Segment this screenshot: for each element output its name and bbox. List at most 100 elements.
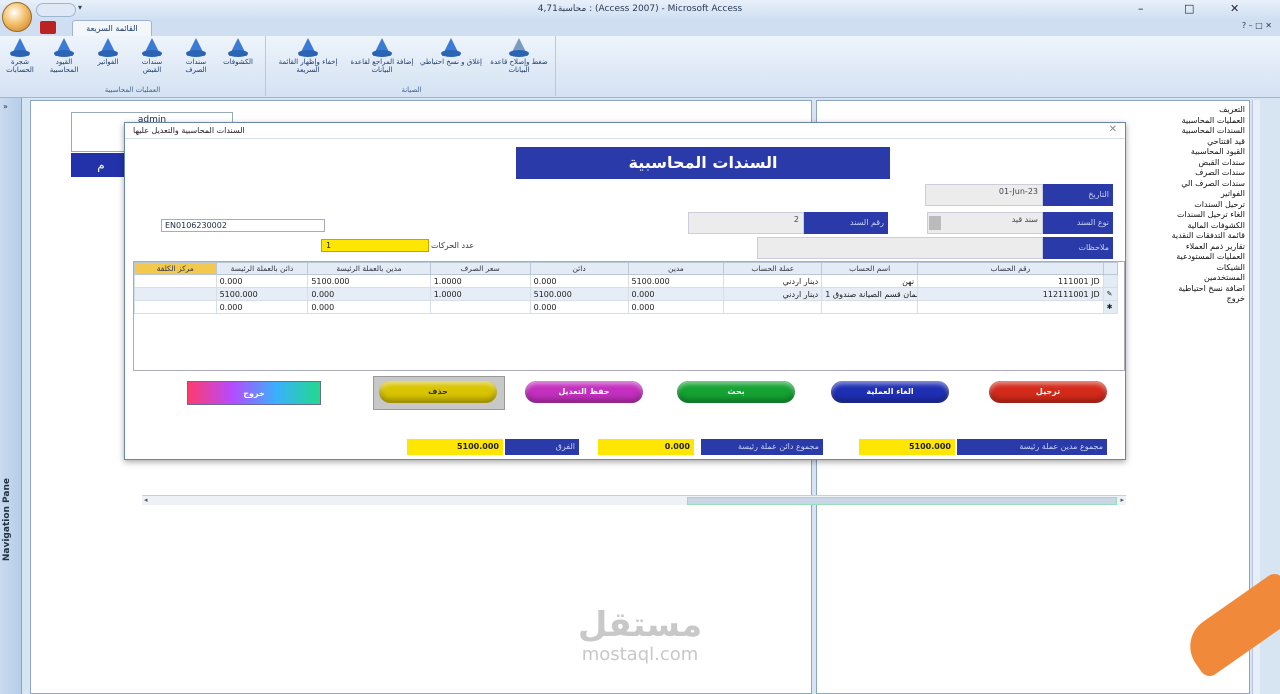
close-button[interactable]: ✕: [1230, 2, 1239, 15]
menu-item[interactable]: ترحيل السندات: [1115, 200, 1245, 211]
cell-debit[interactable]: 0.000: [627, 287, 725, 301]
column-header[interactable]: دائن: [529, 262, 629, 275]
menu-item[interactable]: سندات الصرف الي: [1115, 179, 1245, 190]
menu-item[interactable]: سندات القبض: [1115, 158, 1245, 169]
cell-debit[interactable]: 5100.000: [627, 274, 725, 288]
cell-debit-main[interactable]: 0.000: [307, 287, 431, 301]
menu-item[interactable]: الشيكات: [1115, 263, 1245, 274]
type-dropdown-icon[interactable]: [929, 216, 941, 230]
cell-acc-name[interactable]: إلك فرع عمان قسم الصيانة صندوق 1: [821, 287, 919, 301]
cell-credit-main[interactable]: 0.000: [215, 300, 309, 314]
menu-item[interactable]: التعريف: [1115, 105, 1245, 116]
entry-code-field[interactable]: EN0106230002: [161, 219, 325, 232]
save-edit-button[interactable]: حفظ التعديل: [525, 381, 643, 403]
cell-acc-no[interactable]: 112111001 JD: [917, 287, 1104, 301]
cell-cost[interactable]: [134, 287, 217, 301]
grid-horizontal-scrollbar[interactable]: ◂ ▸: [142, 495, 1126, 505]
row-selector[interactable]: [1102, 274, 1119, 288]
cell-credit[interactable]: 0.000: [529, 300, 629, 314]
menu-item[interactable]: سندات الصرف: [1115, 168, 1245, 179]
ribbon-btn-journal[interactable]: القيود المحاسبية: [44, 38, 84, 74]
cancel-operation-button[interactable]: الغاء العملية: [831, 381, 949, 403]
voucher-type-field[interactable]: سند قيد: [927, 212, 1043, 234]
ribbon-btn-add-references[interactable]: إضافة المراجع لقاعدة البيانات: [348, 38, 416, 74]
moves-count-field[interactable]: 1: [321, 239, 429, 252]
cell-currency[interactable]: دينار اردني: [723, 274, 823, 288]
menu-item[interactable]: اضافة نسخ احتياطية: [1115, 284, 1245, 295]
cell-currency[interactable]: دينار اردني: [723, 287, 823, 301]
cell-credit-main[interactable]: 5100.000: [215, 287, 309, 301]
column-header[interactable]: مدين بالعملة الرئيسة: [307, 262, 431, 275]
cell-cost[interactable]: [134, 300, 217, 314]
column-header[interactable]: عملة الحساب: [723, 262, 823, 275]
tab-quick-menu[interactable]: القائمة السريعة: [72, 20, 152, 36]
ribbon-window-controls[interactable]: ? – □ ✕: [1242, 21, 1272, 30]
notes-field[interactable]: [757, 237, 1043, 259]
cell-credit-main[interactable]: 0.000: [215, 274, 309, 288]
date-field[interactable]: 01-Jun-23: [925, 184, 1043, 206]
voucher-number-field[interactable]: 2: [688, 212, 804, 234]
column-header[interactable]: دائن بالعملة الرئيسة: [215, 262, 309, 275]
menu-item[interactable]: العمليات المستودعية: [1115, 252, 1245, 263]
cell-rate[interactable]: 1.0000: [429, 287, 531, 301]
ribbon-btn-compact-repair[interactable]: ضغط وإصلاح قاعدة البيانات: [486, 38, 552, 74]
ribbon-btn-statements[interactable]: الكشوفات: [218, 38, 258, 66]
cell-credit[interactable]: 5100.000: [529, 287, 629, 301]
minimize-button[interactable]: –: [1138, 2, 1144, 15]
dialog-close-button[interactable]: ✕: [1109, 124, 1117, 135]
credit-total-label: مجموع دائن عملة رئيسة: [701, 439, 823, 455]
table-row[interactable]: 5100.000 0.000 1.0000 5100.000 0.000 دينار ار…: [134, 287, 1119, 301]
new-row-icon[interactable]: ✱: [1102, 300, 1119, 314]
menu-item[interactable]: الغاء ترحيل السندات: [1115, 210, 1245, 221]
navigation-pane[interactable]: » Navigation Pane: [0, 98, 22, 694]
edit-row-icon[interactable]: ✎: [1102, 287, 1119, 301]
cell-rate[interactable]: 1.0000: [429, 274, 531, 288]
scroll-left-icon[interactable]: ◂: [144, 496, 148, 504]
cell-debit-main[interactable]: 5100.000: [307, 274, 431, 288]
menu-item[interactable]: الفواتير: [1115, 189, 1245, 200]
office-button-icon[interactable]: [2, 2, 32, 32]
exit-button[interactable]: خروج: [187, 381, 321, 405]
cell-acc-no[interactable]: 111001 JD: [917, 274, 1104, 288]
watermark-arabic: مستقل: [577, 605, 703, 645]
cell-acc-name[interactable]: نهن: [821, 274, 919, 288]
menu-item[interactable]: العمليات المحاسبية: [1115, 116, 1245, 127]
table-row[interactable]: 0.000 5100.000 1.0000 0.000 5100.000 دينار ار…: [134, 274, 1119, 288]
menu-item[interactable]: القيود المحاسبية: [1115, 147, 1245, 158]
cell-cost[interactable]: [134, 274, 217, 288]
column-header[interactable]: سعر الصرف: [429, 262, 531, 275]
ribbon-btn-close-backup[interactable]: إغلاق و نسخ احتياطي: [418, 38, 484, 66]
cell-debit-main[interactable]: 0.000: [307, 300, 431, 314]
scroll-right-icon[interactable]: ▸: [1120, 496, 1124, 504]
ribbon-btn-invoices[interactable]: الفواتير: [88, 38, 128, 66]
delete-button[interactable]: حذف: [379, 381, 497, 403]
menu-item[interactable]: خروج: [1115, 294, 1245, 305]
menu-item[interactable]: الكشوفات المالية: [1115, 221, 1245, 232]
ribbon-btn-receipts[interactable]: سندات القبض: [132, 38, 172, 74]
ribbon-btn-toggle-menu[interactable]: إخفاء وإظهار القائمة السريعة: [274, 38, 342, 74]
maximize-button[interactable]: □: [1184, 2, 1194, 15]
cell-acc-name[interactable]: [821, 300, 919, 314]
search-button[interactable]: بحث: [677, 381, 795, 403]
menu-item[interactable]: قائمة التدفقات النقدية: [1115, 231, 1245, 242]
cell-credit[interactable]: 0.000: [529, 274, 629, 288]
nav-expand-icon[interactable]: »: [3, 102, 8, 111]
menu-item[interactable]: قيد افتتاحي: [1115, 137, 1245, 148]
column-header[interactable]: اسم الحساب: [821, 262, 919, 275]
cell-rate[interactable]: [429, 300, 531, 314]
cell-currency[interactable]: [723, 300, 823, 314]
table-row[interactable]: 0.000 0.000 0.000 0.000 ✱: [134, 300, 1119, 314]
select-all-cell[interactable]: [1102, 262, 1119, 275]
column-header[interactable]: رقم الحساب: [917, 262, 1104, 275]
cell-acc-no[interactable]: [917, 300, 1104, 314]
ribbon-btn-payments[interactable]: سندات الصرف: [176, 38, 216, 74]
scroll-thumb[interactable]: [687, 497, 1117, 505]
menu-item[interactable]: المستخدمين: [1115, 273, 1245, 284]
cell-debit[interactable]: 0.000: [627, 300, 725, 314]
column-header[interactable]: مركز الكلفة: [134, 262, 217, 275]
menu-item[interactable]: السندات المحاسبية: [1115, 126, 1245, 137]
menu-item[interactable]: تقارير ذمم العملاء: [1115, 242, 1245, 253]
column-header[interactable]: مدين: [627, 262, 725, 275]
ribbon-btn-accounts-tree[interactable]: شجرة الحسابات: [0, 38, 40, 74]
post-button[interactable]: ترحيل: [989, 381, 1107, 403]
